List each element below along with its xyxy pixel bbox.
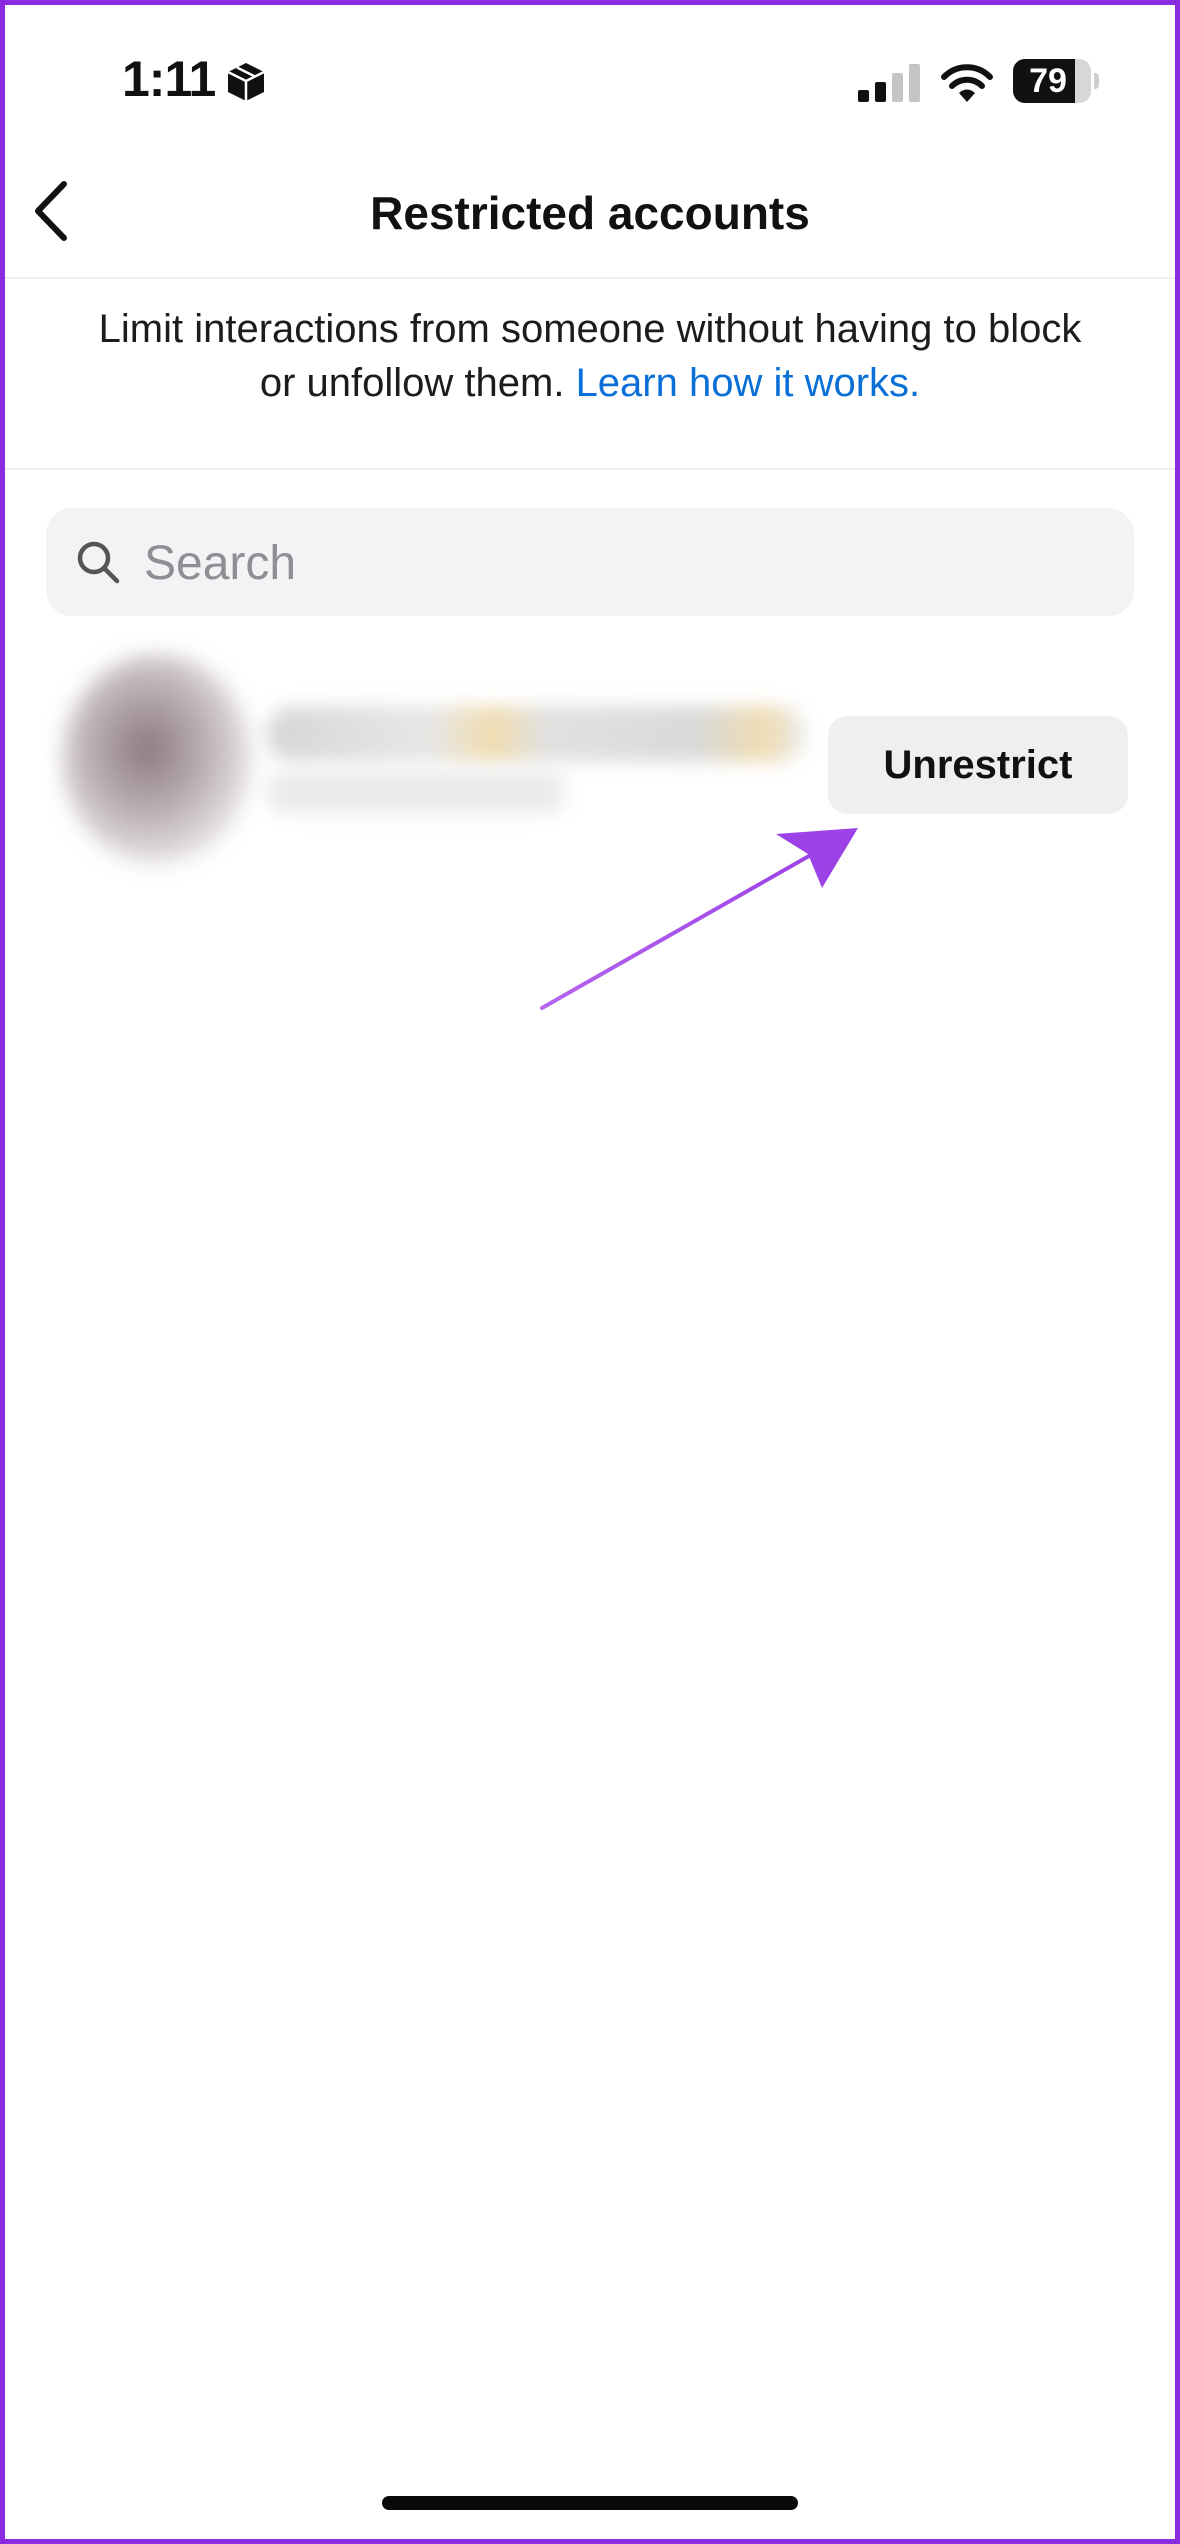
battery-body: 79 — [1013, 59, 1091, 103]
restrict-description: Limit interactions from someone without … — [80, 302, 1100, 410]
home-indicator[interactable] — [382, 2496, 798, 2510]
page-title: Restricted accounts — [370, 187, 810, 239]
status-time: 1:11 — [122, 51, 216, 107]
learn-how-link[interactable]: Learn how it works. — [576, 361, 921, 405]
header-divider — [5, 277, 1175, 279]
search-icon — [77, 541, 120, 584]
battery-cap — [1094, 73, 1099, 89]
search-input[interactable] — [142, 508, 1106, 618]
account-name — [266, 706, 806, 762]
avatar[interactable] — [62, 654, 252, 864]
annotation-arrow-icon — [540, 828, 858, 1010]
search-bar[interactable] — [46, 508, 1134, 618]
description-divider — [5, 468, 1175, 470]
battery-level: 79 — [1029, 62, 1067, 100]
unrestrict-button[interactable]: Unrestrict — [828, 716, 1128, 814]
box-icon — [227, 63, 265, 101]
wifi-icon — [941, 64, 993, 102]
account-handle — [266, 770, 566, 814]
cellular-signal-icon — [858, 64, 920, 102]
battery-indicator: 79 — [1013, 59, 1099, 103]
